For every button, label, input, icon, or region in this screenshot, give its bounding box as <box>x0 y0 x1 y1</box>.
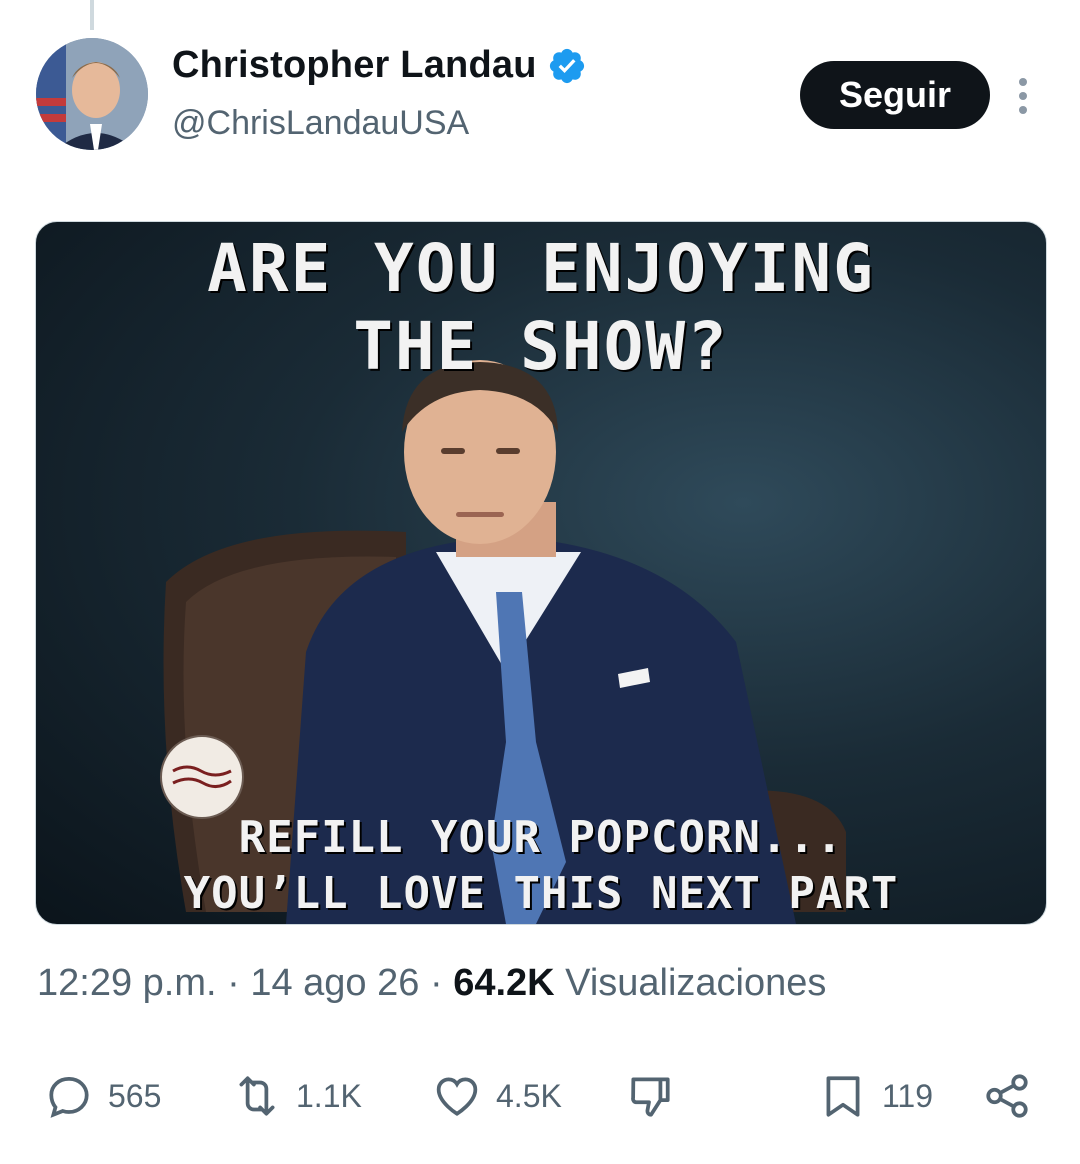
share-icon <box>986 1074 1028 1118</box>
share-button[interactable] <box>982 1060 1032 1132</box>
repost-icon <box>239 1076 275 1116</box>
action-bar: 565 1.1K 4.5K 119 <box>0 1060 1080 1132</box>
views-count: 64.2K <box>453 962 555 1004</box>
avatar[interactable] <box>36 38 148 150</box>
author-name-row: Christopher Landau <box>172 44 587 87</box>
bookmark-button[interactable]: 119 <box>818 1060 933 1132</box>
reply-count: 565 <box>108 1077 162 1114</box>
follow-button[interactable]: Seguir <box>800 61 990 129</box>
repost-button[interactable]: 1.1K <box>232 1060 362 1132</box>
meta-separator: · <box>227 962 240 1004</box>
like-count: 4.5K <box>496 1077 562 1114</box>
post-time[interactable]: 12:29 p.m. <box>37 962 217 1004</box>
verified-badge-icon <box>547 46 587 86</box>
like-button[interactable]: 4.5K <box>432 1060 562 1132</box>
bookmark-icon <box>826 1076 860 1117</box>
reply-icon <box>49 1077 89 1118</box>
meta-separator: · <box>429 962 443 1004</box>
author-name[interactable]: Christopher Landau <box>172 44 537 87</box>
dislike-button[interactable] <box>625 1060 675 1132</box>
meme-top-line-1: ARE YOU ENJOYING <box>207 230 875 307</box>
thumbs-down-icon <box>631 1077 670 1117</box>
meme-bottom-text: REFILL YOUR POPCORN... YOU’LL LOVE THIS … <box>36 810 1046 922</box>
reply-button[interactable]: 565 <box>44 1060 161 1132</box>
meme-top-text: ARE YOU ENJOYING THE SHOW? <box>36 230 1046 386</box>
meme-bottom-line-2: YOU’LL LOVE THIS NEXT PART <box>183 868 899 919</box>
repost-count: 1.1K <box>296 1077 362 1114</box>
post-image[interactable]: ARE YOU ENJOYING THE SHOW? REFILL YOUR P… <box>35 221 1047 925</box>
avatar-image <box>36 38 148 150</box>
post-meta: 12:29 p.m. · 14 ago 26 · 64.2K Visualiza… <box>37 962 826 1005</box>
meme-bottom-line-1: REFILL YOUR POPCORN... <box>238 812 844 863</box>
bookmark-count: 119 <box>882 1077 934 1114</box>
more-options-icon[interactable] <box>1008 74 1038 118</box>
thread-connector-line <box>90 0 94 30</box>
watermark-logo <box>160 735 244 819</box>
post-date[interactable]: 14 ago 26 <box>250 962 419 1004</box>
meme-top-line-2: THE SHOW? <box>353 308 729 385</box>
heart-icon <box>436 1077 478 1116</box>
author-handle[interactable]: @ChrisLandauUSA <box>172 104 469 143</box>
views-label[interactable]: Visualizaciones <box>565 962 826 1004</box>
